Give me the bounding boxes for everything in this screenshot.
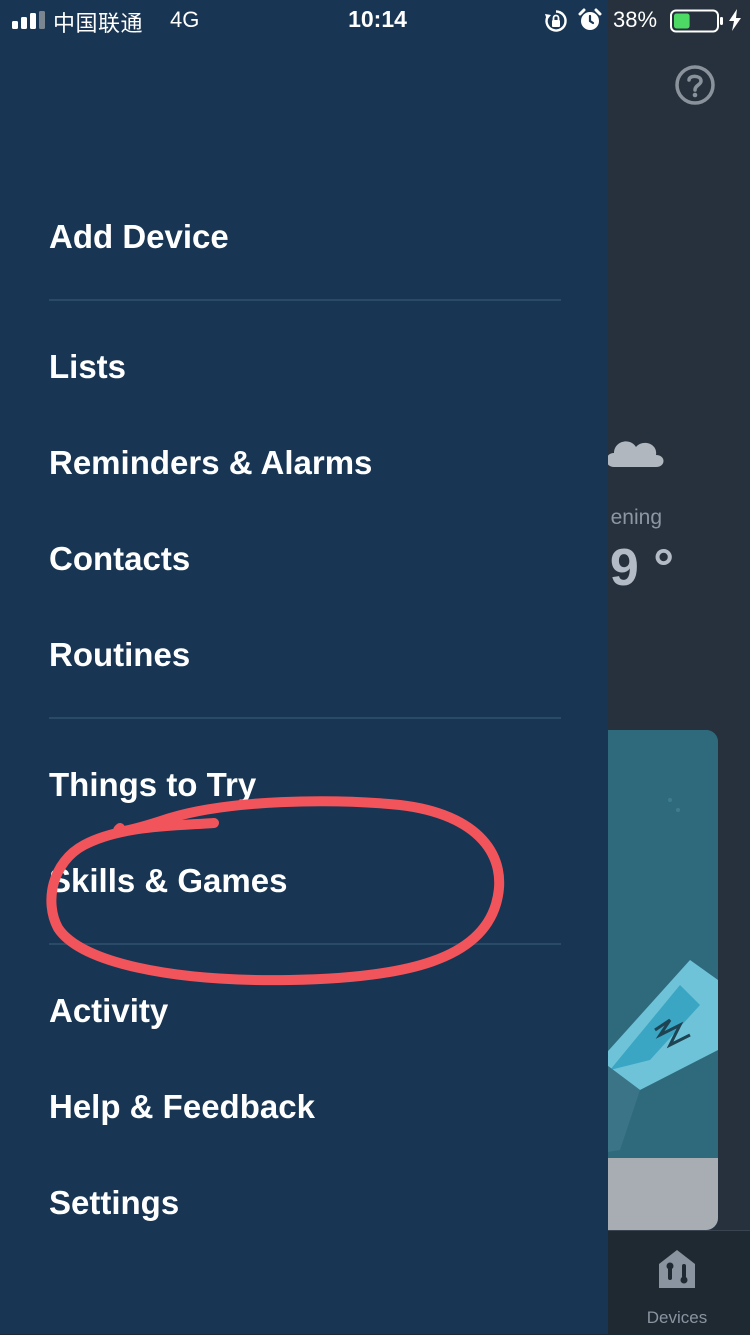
menu-item-reminders-alarms[interactable]: Reminders & Alarms xyxy=(49,443,372,483)
menu-item-help-feedback[interactable]: Help & Feedback xyxy=(49,1087,315,1127)
menu-item-skills-games[interactable]: Skills & Games xyxy=(49,861,287,901)
divider xyxy=(49,299,561,301)
charging-bolt-icon xyxy=(729,9,741,31)
alarm-icon xyxy=(578,8,602,30)
battery-icon xyxy=(670,9,723,33)
status-bar: 中国联通 4G 10:14 38% xyxy=(0,0,750,40)
battery-percentage: 38% xyxy=(613,7,658,32)
navigation-drawer: Add Device Lists Reminders & Alarms Cont… xyxy=(0,0,608,1334)
menu-item-settings[interactable]: Settings xyxy=(49,1183,179,1223)
menu-item-things-to-try[interactable]: Things to Try xyxy=(49,765,256,805)
rotation-lock-icon xyxy=(545,10,567,32)
menu-item-routines[interactable]: Routines xyxy=(49,635,190,675)
menu-item-add-device[interactable]: Add Device xyxy=(49,217,229,257)
divider xyxy=(49,943,561,945)
help-icon[interactable] xyxy=(674,64,716,106)
divider xyxy=(49,717,561,719)
cloud-icon xyxy=(606,441,664,467)
menu-item-contacts[interactable]: Contacts xyxy=(49,539,190,579)
devices-icon xyxy=(659,1250,695,1288)
menu-item-lists[interactable]: Lists xyxy=(49,347,126,387)
menu-item-activity[interactable]: Activity xyxy=(49,991,168,1031)
tab-devices-label: Devices xyxy=(646,1308,708,1327)
tab-devices[interactable]: Devices xyxy=(632,1240,722,1330)
